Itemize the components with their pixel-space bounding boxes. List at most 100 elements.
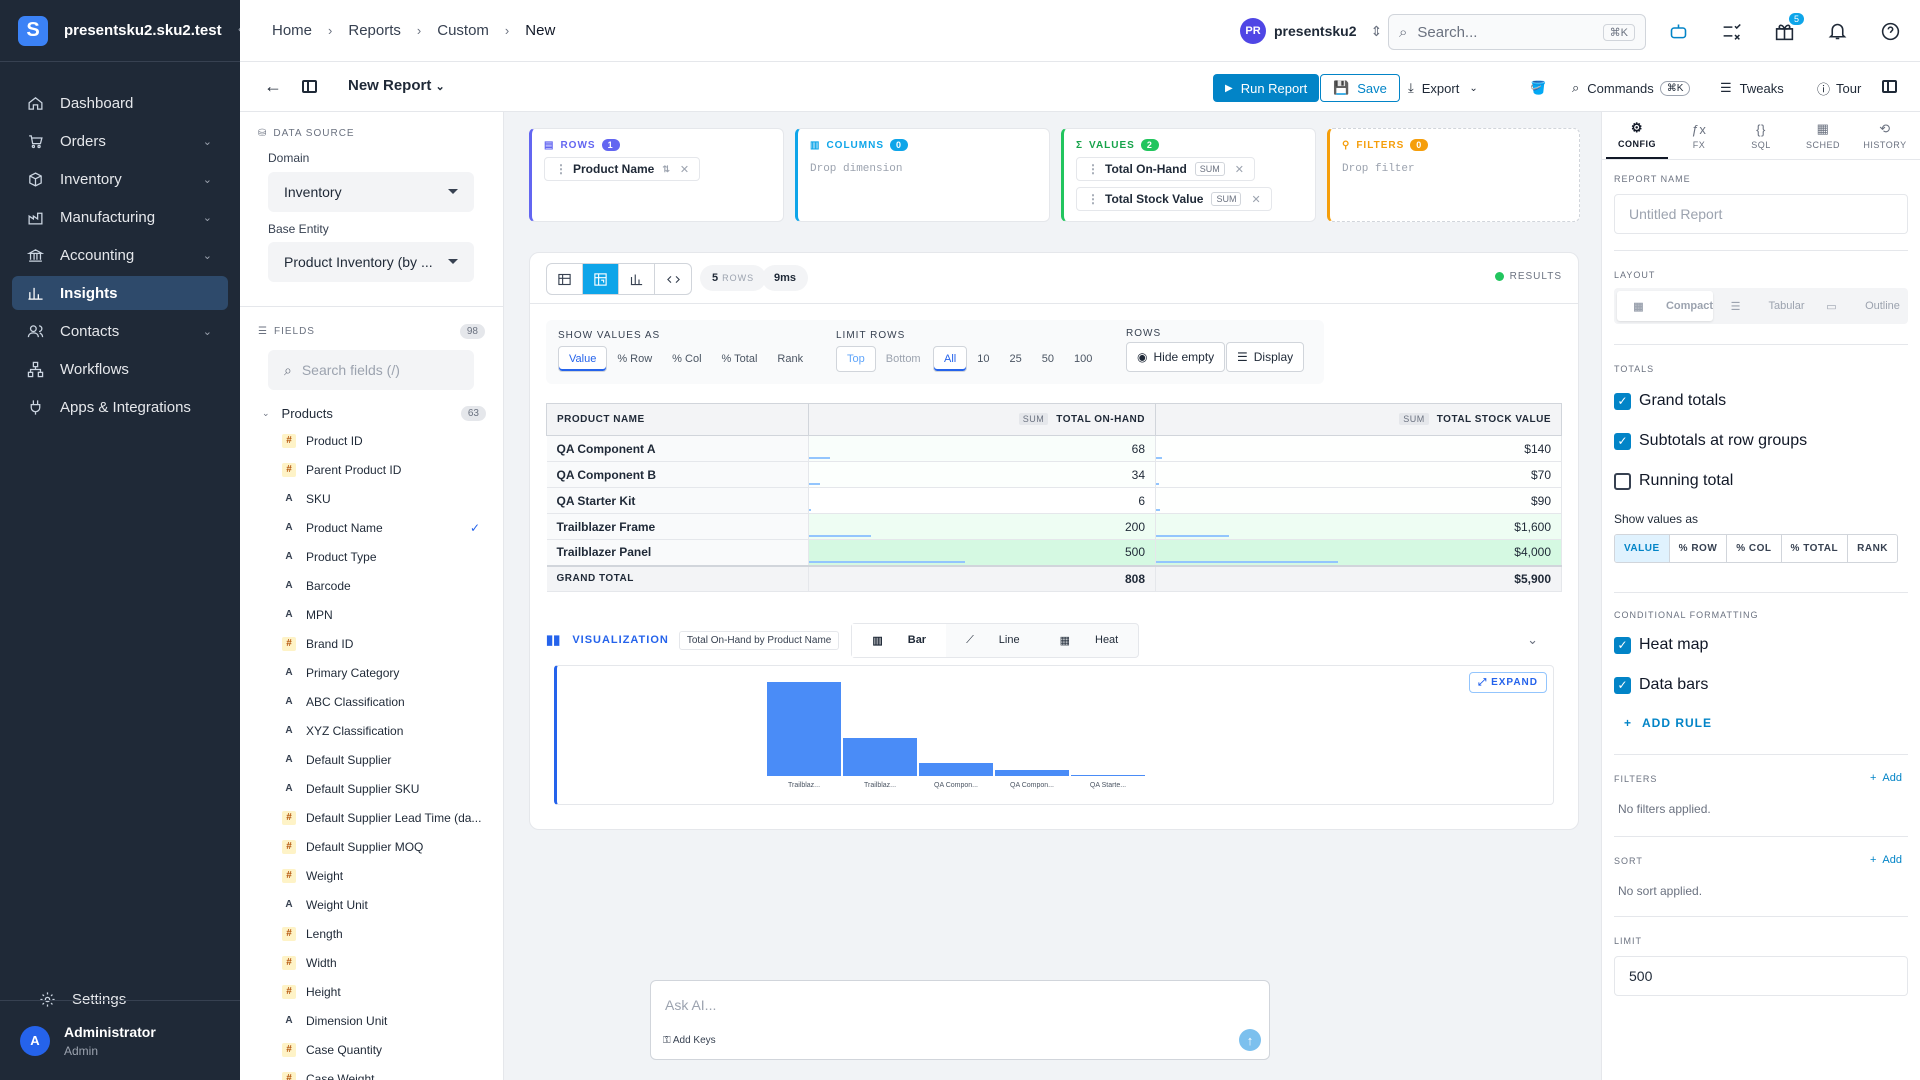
layout-outline[interactable]: ▭ Outline	[1809, 291, 1905, 321]
add-sort-link[interactable]: + Add	[1870, 854, 1902, 866]
report-title-menu[interactable]: New Report ⌄	[348, 77, 445, 94]
table-row[interactable]: QA Starter Kit 6 $90	[546, 487, 1562, 514]
column-header[interactable]: PRODUCT NAME	[546, 403, 809, 436]
field-item[interactable]: A Barcode	[240, 571, 503, 600]
hide-empty-button[interactable]: ◉ Hide empty	[1126, 342, 1226, 372]
column-header[interactable]: SUM TOTAL STOCK VALUE	[1155, 403, 1562, 436]
subtotals-checkbox[interactable]: ✓ Subtotals at row groups	[1614, 432, 1807, 450]
table-row[interactable]: QA Component B 34 $70	[546, 461, 1562, 488]
help-icon[interactable]	[1878, 19, 1902, 43]
table-row[interactable]: Trailblazer Panel 500 $4,000	[546, 539, 1562, 566]
send-arrow-icon[interactable]: ↑	[1239, 1029, 1261, 1051]
show-value-option[interactable]: RANK	[1848, 535, 1897, 562]
add-filter-link[interactable]: + Add	[1870, 772, 1902, 784]
drag-handle-icon[interactable]: ⋮	[1087, 162, 1099, 176]
pivot-view-icon[interactable]	[583, 264, 619, 294]
rows-chip[interactable]: ⋮ Product Name ⇅ ✕	[544, 157, 701, 181]
nav-manufacturing[interactable]: Manufacturing ⌄	[12, 200, 228, 234]
field-item[interactable]: # Default Supplier MOQ	[240, 832, 503, 861]
chevron-down-icon[interactable]: ⌄	[203, 211, 212, 224]
values-chip[interactable]: ⋮ Total On-Hand SUM ✕	[1076, 157, 1255, 181]
aggregation-select[interactable]: SUM	[1211, 192, 1242, 206]
field-item[interactable]: A Default Supplier SKU	[240, 774, 503, 803]
chart-bar[interactable]	[1071, 774, 1145, 776]
chart-type-line[interactable]: ⟋ Line	[946, 624, 1040, 657]
nav-apps[interactable]: Apps & Integrations	[12, 390, 228, 424]
field-item[interactable]: # Weight	[240, 861, 503, 890]
field-item[interactable]: # Default Supplier Lead Time (da...	[240, 803, 503, 832]
field-search-input[interactable]: Search fields (/)	[302, 362, 400, 378]
field-item[interactable]: # Height	[240, 977, 503, 1006]
field-item[interactable]: # Case Weight	[240, 1064, 503, 1080]
field-item[interactable]: # Case Quantity	[240, 1035, 503, 1064]
field-search[interactable]: ⌕ Search fields (/)	[268, 350, 474, 390]
data-bars-checkbox[interactable]: ✓ Data bars	[1614, 676, 1708, 694]
site-name[interactable]: presentsku2.sku2.test	[64, 22, 222, 39]
field-item[interactable]: # Product ID	[240, 426, 503, 455]
ask-ai-box[interactable]: Ask AI... ⚿ Add Keys ↑	[650, 980, 1270, 1060]
field-item[interactable]: # Length	[240, 919, 503, 948]
show-value-option[interactable]: % COL	[1727, 535, 1782, 562]
remove-chip-icon[interactable]: ✕	[680, 163, 689, 176]
code-view-icon[interactable]	[655, 264, 691, 294]
back-arrow-icon[interactable]: ←	[264, 76, 282, 97]
field-item[interactable]: A Primary Category	[240, 658, 503, 687]
table-row[interactable]: QA Component A 68 $140	[546, 435, 1562, 462]
remove-chip-icon[interactable]: ✕	[1251, 193, 1260, 206]
grand-totals-checkbox[interactable]: ✓ Grand totals	[1614, 392, 1726, 410]
group-products[interactable]: ⌄ Products 63	[262, 406, 486, 421]
expand-button[interactable]: ⤢ EXPAND	[1469, 672, 1547, 693]
drag-handle-icon[interactable]: ⋮	[1087, 192, 1099, 206]
show-value-option[interactable]: % Col	[662, 346, 711, 372]
limit-bottom-option[interactable]: Bottom	[876, 346, 931, 372]
column-header[interactable]: SUM TOTAL ON-HAND	[808, 403, 1156, 436]
breadcrumb-home[interactable]: Home	[272, 22, 312, 39]
nav-accounting[interactable]: Accounting ⌄	[12, 238, 228, 272]
nav-inventory[interactable]: Inventory ⌄	[12, 162, 228, 196]
chart-bar[interactable]	[767, 682, 841, 776]
layout-compact[interactable]: ▦ Compact	[1617, 291, 1713, 321]
tab-fx[interactable]: ƒx FX	[1668, 112, 1730, 159]
gift-icon[interactable]: 5	[1772, 13, 1804, 43]
table-row[interactable]: Trailblazer Frame 200 $1,600	[546, 513, 1562, 540]
chevron-down-icon[interactable]: ⌄	[203, 173, 212, 186]
ai-assistant-icon[interactable]	[1666, 19, 1690, 43]
chart-bar[interactable]	[995, 769, 1069, 776]
nav-orders[interactable]: Orders ⌄	[12, 124, 228, 158]
chevron-down-icon[interactable]: ⌄	[203, 325, 212, 338]
table-view-icon[interactable]	[547, 264, 583, 294]
tweaks-button[interactable]: ☰ Tweaks	[1708, 74, 1796, 102]
save-button[interactable]: 💾 Save	[1320, 74, 1400, 102]
field-item[interactable]: A Product Type	[240, 542, 503, 571]
nav-contacts[interactable]: Contacts ⌄	[12, 314, 228, 348]
field-item[interactable]: A XYZ Classification	[240, 716, 503, 745]
workspace-switcher[interactable]: PR presentsku2 ⇕	[1240, 18, 1382, 44]
tab-history[interactable]: ⟲ HISTORY	[1854, 112, 1916, 159]
limit-option[interactable]: 50	[1032, 346, 1064, 372]
breadcrumb-reports[interactable]: Reports	[348, 22, 401, 39]
field-item[interactable]: # Width	[240, 948, 503, 977]
search-input[interactable]: Search...	[1417, 24, 1477, 41]
nav-workflows[interactable]: Workflows	[12, 352, 228, 386]
drag-handle-icon[interactable]: ⋮	[555, 162, 567, 176]
panel-toggle-icon[interactable]	[302, 80, 317, 93]
show-value-option[interactable]: VALUE	[1615, 535, 1670, 562]
chart-bar[interactable]	[919, 763, 993, 776]
field-item[interactable]: # Brand ID	[240, 629, 503, 658]
heat-map-checkbox[interactable]: ✓ Heat map	[1614, 636, 1708, 654]
tab-config[interactable]: ⚙ CONFIG	[1606, 112, 1668, 159]
tab-sql[interactable]: {} SQL	[1730, 112, 1792, 159]
ask-ai-input[interactable]: Ask AI...	[665, 997, 716, 1013]
remove-chip-icon[interactable]: ✕	[1235, 163, 1244, 176]
show-value-option[interactable]: Rank	[767, 346, 813, 372]
nav-dashboard[interactable]: Dashboard	[12, 86, 228, 120]
report-name-input[interactable]: Untitled Report	[1614, 194, 1908, 234]
limit-option[interactable]: 25	[999, 346, 1031, 372]
chart-type-bar[interactable]: ▥ Bar	[852, 623, 947, 657]
field-item[interactable]: # Parent Product ID	[240, 455, 503, 484]
show-value-option[interactable]: % Total	[712, 346, 768, 372]
field-item[interactable]: A Product Name ✓	[240, 513, 503, 542]
running-total-checkbox[interactable]: Running total	[1614, 472, 1733, 490]
export-button[interactable]: ⤓ Export ⌄	[1396, 74, 1490, 102]
chevron-down-icon[interactable]: ⌄	[1527, 632, 1538, 648]
